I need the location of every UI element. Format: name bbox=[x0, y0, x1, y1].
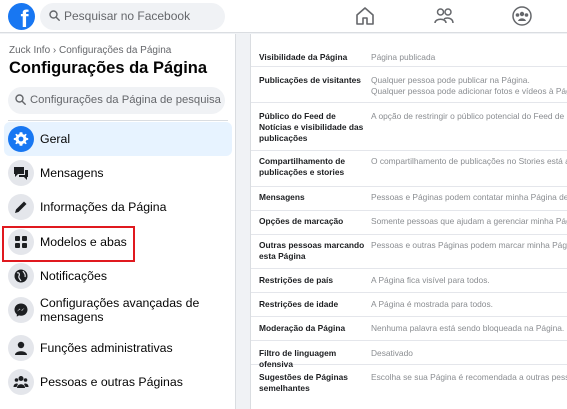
setting-row[interactable]: Sugestões de Páginas semelhantes Escolha… bbox=[251, 365, 567, 409]
setting-value: Pessoas e Páginas podem contatar minha P… bbox=[371, 192, 567, 202]
top-navigation-bar: f Pesquisar no Facebook bbox=[0, 0, 567, 33]
breadcrumb[interactable]: Zuck Info › Configurações da Página bbox=[9, 45, 171, 56]
setting-row[interactable]: Publicações de visitantes Qualquer pesso… bbox=[251, 67, 567, 103]
settings-search-input[interactable]: Configurações da Página de pesquisa bbox=[8, 87, 225, 114]
sidebar-item-configuracoes-avancadas-de-mensagens[interactable]: Configurações avançadas de mensagens bbox=[4, 293, 232, 327]
messenger-icon bbox=[8, 297, 34, 323]
facebook-search-input[interactable]: Pesquisar no Facebook bbox=[40, 3, 225, 30]
setting-label: Mensagens bbox=[259, 192, 305, 202]
sidebar-item-label: Informações da Página bbox=[40, 200, 167, 214]
setting-value: O compartilhamento de publicações no Sto… bbox=[371, 156, 567, 166]
people-icon bbox=[8, 369, 34, 395]
settings-search-placeholder: Configurações da Página de pesquisa bbox=[30, 94, 221, 106]
facebook-logo[interactable]: f bbox=[8, 3, 35, 30]
sidebar-item-informacoes-da-pagina[interactable]: Informações da Página bbox=[4, 190, 232, 224]
sidebar-item-label: Funções administrativas bbox=[40, 341, 173, 355]
sidebar-item-funcoes-administrativas[interactable]: Funções administrativas bbox=[4, 331, 232, 365]
setting-row[interactable]: Público do Feed de Notícias e visibilida… bbox=[251, 103, 567, 151]
setting-row[interactable]: Restrições de país A Página fica visível… bbox=[251, 269, 567, 293]
settings-table: Visibilidade da Página Página publicada … bbox=[250, 34, 567, 409]
setting-value: Escolha se sua Página é recomendada a ou… bbox=[371, 372, 567, 382]
setting-value: A opção de restringir o público potencia… bbox=[371, 111, 567, 121]
sidebar-item-geral[interactable]: Geral bbox=[4, 122, 232, 156]
sidebar-item-label: Geral bbox=[40, 132, 71, 146]
setting-row[interactable]: Opções de marcação Somente pessoas que a… bbox=[251, 211, 567, 235]
setting-label: Visibilidade da Página bbox=[259, 52, 348, 62]
setting-row[interactable]: Outras pessoas marcando esta Página Pess… bbox=[251, 235, 567, 269]
sidebar-item-mensagens[interactable]: Mensagens bbox=[4, 156, 232, 190]
setting-row[interactable]: Moderação da Página Nenhuma palavra está… bbox=[251, 317, 567, 341]
setting-row[interactable]: Restrições de idade A Página é mostrada … bbox=[251, 293, 567, 317]
setting-value: Desativado bbox=[371, 348, 413, 358]
setting-row[interactable]: Mensagens Pessoas e Páginas podem contat… bbox=[251, 187, 567, 211]
setting-value: Qualquer pessoa pode publicar na Página. bbox=[371, 75, 530, 85]
setting-label: Restrições de idade bbox=[259, 299, 339, 309]
search-icon bbox=[49, 10, 60, 21]
settings-sidebar: Zuck Info › Configurações da Página Conf… bbox=[0, 34, 236, 409]
friends-icon[interactable] bbox=[433, 6, 455, 26]
setting-label: Compartilhamento de publicações e storie… bbox=[259, 156, 346, 177]
sidebar-item-notificacoes[interactable]: Notificações bbox=[4, 259, 232, 293]
chat-bubbles-icon bbox=[8, 160, 34, 186]
pencil-icon bbox=[8, 194, 34, 220]
groups-icon[interactable] bbox=[511, 6, 533, 26]
setting-label: Restrições de país bbox=[259, 275, 334, 285]
search-placeholder: Pesquisar no Facebook bbox=[64, 9, 191, 23]
page-title: Configurações da Página bbox=[9, 59, 208, 77]
setting-row[interactable]: Visibilidade da Página Página publicada bbox=[251, 34, 567, 67]
sidebar-item-label: Configurações avançadas de mensagens bbox=[40, 296, 200, 324]
setting-label: Público do Feed de Notícias e visibilida… bbox=[259, 111, 364, 143]
setting-label: Opções de marcação bbox=[259, 216, 344, 226]
sidebar-item-label: Pessoas e outras Páginas bbox=[40, 375, 183, 389]
setting-value: A Página fica visível para todos. bbox=[371, 275, 490, 285]
setting-label: Moderação da Página bbox=[259, 323, 346, 333]
setting-value: Pessoas e outras Páginas podem marcar mi… bbox=[371, 240, 567, 250]
setting-value: Somente pessoas que ajudam a gerenciar m… bbox=[371, 216, 567, 226]
sidebar-item-pessoas-e-outras-paginas[interactable]: Pessoas e outras Páginas bbox=[4, 365, 232, 399]
sidebar-item-label: Notificações bbox=[40, 269, 107, 283]
setting-value: A Página é mostrada para todos. bbox=[371, 299, 493, 309]
setting-value: Nenhuma palavra está sendo bloqueada na … bbox=[371, 323, 565, 333]
setting-row[interactable]: Filtro de linguagem ofensiva Desativado bbox=[251, 341, 567, 369]
divider bbox=[8, 120, 228, 121]
setting-label: Sugestões de Páginas semelhantes bbox=[259, 372, 348, 393]
setting-label: Outras pessoas marcando esta Página bbox=[259, 240, 365, 261]
gear-icon bbox=[8, 126, 34, 152]
setting-row[interactable]: Compartilhamento de publicações e storie… bbox=[251, 151, 567, 187]
globe-icon bbox=[8, 263, 34, 289]
search-icon bbox=[15, 94, 26, 105]
setting-value-secondary: Qualquer pessoa pode adicionar fotos e v… bbox=[371, 86, 567, 96]
home-icon[interactable] bbox=[354, 6, 376, 26]
setting-value: Página publicada bbox=[371, 52, 436, 62]
highlight-box bbox=[2, 226, 135, 262]
setting-label: Publicações de visitantes bbox=[259, 75, 361, 85]
person-icon bbox=[8, 335, 34, 361]
sidebar-item-label: Mensagens bbox=[40, 166, 104, 180]
